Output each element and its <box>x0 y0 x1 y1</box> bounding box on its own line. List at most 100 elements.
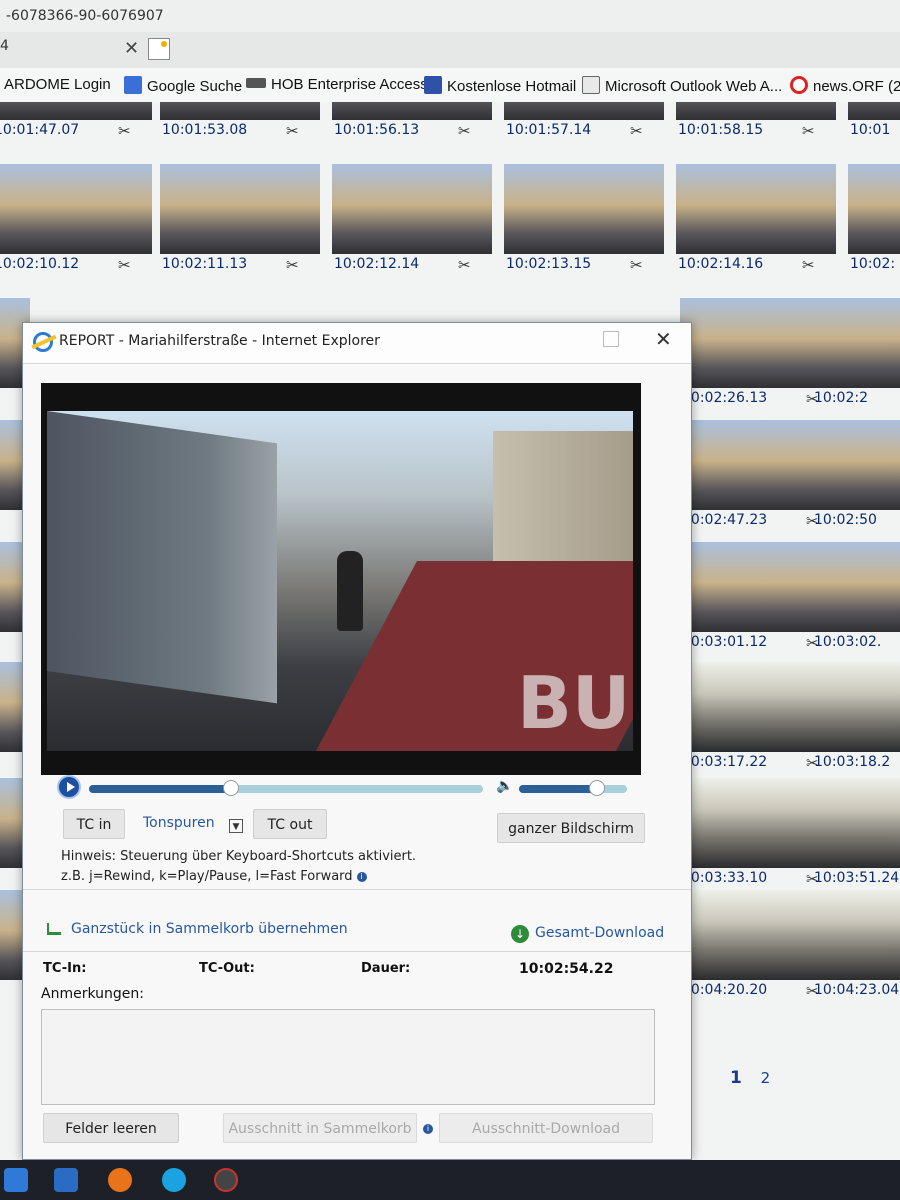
volume-slider[interactable] <box>519 780 627 796</box>
seek-handle[interactable] <box>222 780 239 796</box>
thumbnail-image[interactable] <box>812 542 900 632</box>
thumbnail-image[interactable] <box>504 164 664 254</box>
volume-level-fill <box>519 785 597 793</box>
video-player[interactable]: BU <box>41 383 641 775</box>
address-bar[interactable]: -6078366-90-6076907 <box>0 0 900 32</box>
thumbnail-image[interactable] <box>504 102 664 120</box>
seek-progress-fill <box>89 785 231 793</box>
tc-out-button[interactable]: TC out <box>253 809 327 839</box>
popup-title: REPORT - Mariahilferstraße - Internet Ex… <box>59 333 380 349</box>
scissors-icon[interactable]: ✂ <box>118 122 131 140</box>
favorite-google-suche[interactable]: Google Suche <box>124 76 242 95</box>
volume-icon[interactable]: 🔈 <box>496 778 513 794</box>
notes-textarea[interactable] <box>41 1009 655 1105</box>
thumbnail-image[interactable] <box>812 778 900 868</box>
skype-icon[interactable] <box>162 1168 186 1192</box>
thumbnail-image[interactable] <box>676 102 836 120</box>
clip-download-button[interactable]: Ausschnitt-Download <box>439 1113 653 1143</box>
page-link-2[interactable]: 2 <box>761 1069 771 1087</box>
play-pause-button[interactable] <box>57 775 81 799</box>
shortcut-example-text: z.B. j=Rewind, k=Play/Pause, l=Fast Forw… <box>61 869 353 884</box>
duration-value: 10:02:54.22 <box>519 961 614 977</box>
fullscreen-button[interactable]: ganzer Bildschirm <box>497 813 645 843</box>
scissors-icon[interactable]: ✂ <box>458 256 471 274</box>
tc-in-button[interactable]: TC in <box>63 809 125 839</box>
toggle-icon[interactable] <box>214 1168 238 1192</box>
thumbnail-image[interactable] <box>160 102 320 120</box>
volume-handle[interactable] <box>588 780 605 796</box>
tab-label[interactable]: 4 <box>0 38 9 54</box>
thumbnail-timecode: 10:02:12.14 <box>334 256 420 272</box>
favorite-ardome-login[interactable]: ARDOME Login <box>4 76 111 93</box>
thumbnail-timecode: 10:01 <box>850 122 891 138</box>
thumbnail-image[interactable] <box>848 102 900 120</box>
report-popup-window: REPORT - Mariahilferstraße - Internet Ex… <box>22 322 692 1160</box>
info-icon[interactable]: i <box>356 872 367 882</box>
thumbnail-timecode: 10:02:47.23 <box>682 512 768 528</box>
shortcut-example-line: z.B. j=Rewind, k=Play/Pause, l=Fast Forw… <box>61 869 367 884</box>
thumbnail-image[interactable] <box>812 298 900 388</box>
thumbnail-image[interactable] <box>0 102 152 120</box>
thumbnail-timecode: 10:03:01.12 <box>682 634 768 650</box>
scissors-icon[interactable]: ✂ <box>458 122 471 140</box>
thumbnail-timecode: 10:02:14.16 <box>678 256 764 272</box>
firefox-icon[interactable] <box>108 1168 132 1192</box>
hob-icon <box>246 78 266 88</box>
favorite-news-orf[interactable]: news.ORF (2) <box>790 76 900 95</box>
windows-icon[interactable] <box>4 1168 28 1192</box>
add-full-to-cart-link[interactable]: Ganzstück in Sammelkorb übernehmen <box>71 921 348 937</box>
info-icon[interactable]: i <box>423 1124 433 1134</box>
thumbnail-timecode: 10:03:33.10 <box>682 870 768 886</box>
full-download-link[interactable]: Gesamt-Download <box>535 925 664 941</box>
seek-bar[interactable] <box>89 780 483 796</box>
download-icon[interactable]: ↓ <box>511 925 529 943</box>
scissors-icon[interactable]: ✂ <box>802 256 815 274</box>
scissors-icon[interactable]: ✂ <box>118 256 131 274</box>
shortcut-hint-text: Hinweis: Steuerung über Keyboard-Shortcu… <box>61 849 417 864</box>
page-link-1[interactable]: 1 <box>730 1068 742 1088</box>
tab-strip: 4 ✕ <box>0 32 900 68</box>
new-tab-icon[interactable] <box>148 38 170 60</box>
thumbnail-image[interactable] <box>676 164 836 254</box>
scissors-icon[interactable]: ✂ <box>802 122 815 140</box>
scissors-icon[interactable]: ✂ <box>630 256 643 274</box>
thumbnail-image[interactable] <box>332 164 492 254</box>
popup-titlebar[interactable]: REPORT - Mariahilferstraße - Internet Ex… <box>23 323 691 364</box>
video-lane-marking: BU <box>517 661 631 745</box>
thumbnail-timecode: 10:02:2 <box>814 390 868 406</box>
thumbnail-timecode: 10:03:02. <box>814 634 882 650</box>
tonspuren-link[interactable]: Tonspuren <box>143 815 215 831</box>
close-window-button[interactable]: ✕ <box>655 327 672 351</box>
favorite-hob-enterprise[interactable]: HOB Enterprise Access <box>246 76 428 93</box>
clear-fields-button[interactable]: Felder leeren <box>43 1113 179 1143</box>
video-building-left <box>47 411 277 704</box>
video-cyclist <box>337 551 363 631</box>
thumbnail-timecode: 10:04:20.20 <box>682 982 768 998</box>
favorite-hotmail[interactable]: Kostenlose Hotmail <box>424 76 576 95</box>
video-building-right <box>493 431 633 581</box>
thumbnail-image[interactable] <box>848 164 900 254</box>
thumbnail-timecode: 10:02:10.12 <box>0 256 80 272</box>
thumbnail-image[interactable] <box>812 890 900 980</box>
favorite-outlook-web[interactable]: Microsoft Outlook Web A... <box>582 76 782 95</box>
thumbnail-image[interactable] <box>160 164 320 254</box>
outlook-icon[interactable] <box>54 1168 78 1192</box>
scissors-icon[interactable]: ✂ <box>286 122 299 140</box>
thumbnail-timecode: 10:01:56.13 <box>334 122 420 138</box>
thumbnail-timecode: 10:03:17.22 <box>682 754 768 770</box>
close-tab-icon[interactable]: ✕ <box>124 38 139 59</box>
chevron-down-icon[interactable]: ▼ <box>229 819 243 833</box>
maximize-button[interactable] <box>603 331 619 347</box>
thumbnail-timecode: 10:02:13.15 <box>506 256 592 272</box>
scissors-icon[interactable]: ✂ <box>286 256 299 274</box>
scissors-icon[interactable]: ✂ <box>630 122 643 140</box>
thumbnail-timecode: 10:02: <box>850 256 896 272</box>
thumbnail-image[interactable] <box>812 420 900 510</box>
thumbnail-image[interactable] <box>332 102 492 120</box>
clip-to-cart-button[interactable]: Ausschnitt in Sammelkorb <box>223 1113 417 1143</box>
thumbnail-image[interactable] <box>812 662 900 752</box>
video-frame[interactable]: BU <box>47 411 633 751</box>
duration-label: Dauer: <box>361 961 411 976</box>
thumbnail-image[interactable] <box>0 164 152 254</box>
thumbnail-timecode: 10:01:58.15 <box>678 122 764 138</box>
